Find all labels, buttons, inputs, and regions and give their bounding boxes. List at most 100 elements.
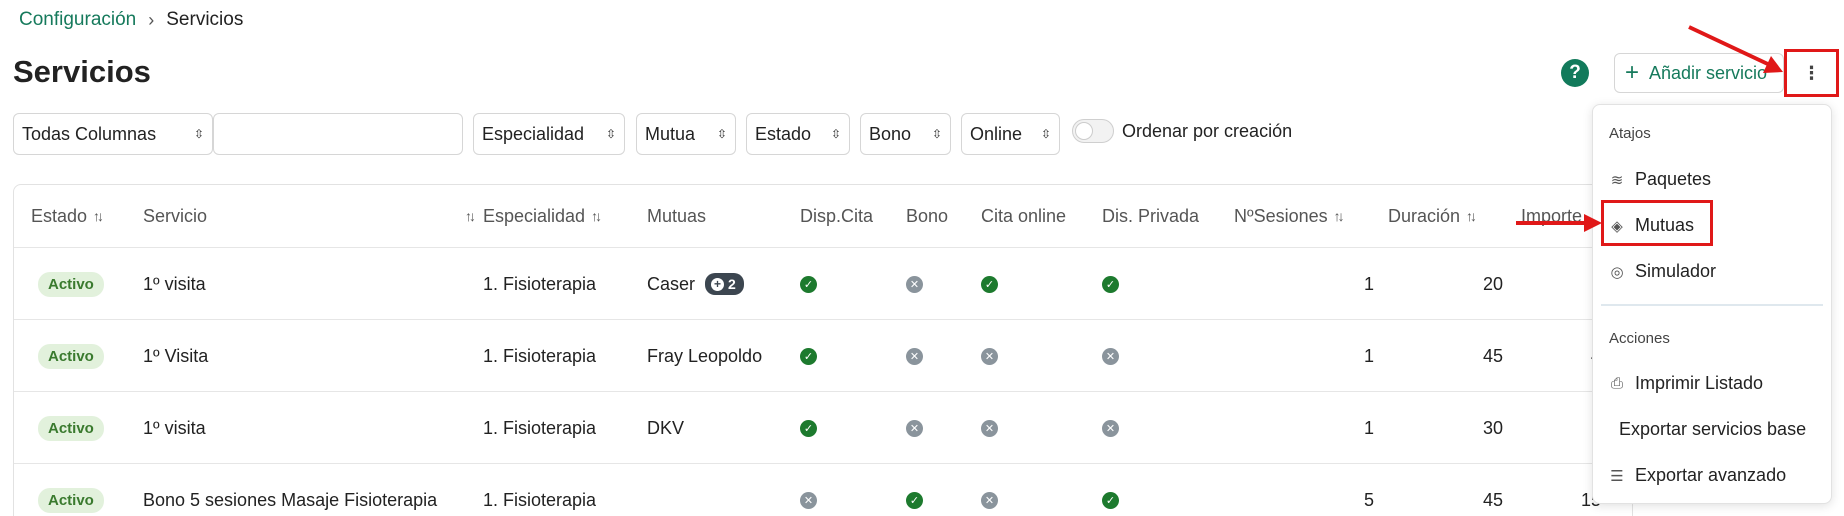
menu-item-exportar-base-label: Exportar servicios base xyxy=(1619,419,1807,439)
help-icon[interactable]: ? xyxy=(1561,59,1589,87)
especialidad-filter-value: Especialidad xyxy=(482,123,585,144)
x-circle-icon: ✕ xyxy=(981,419,998,437)
mutua-filter-value: Mutua xyxy=(645,123,696,144)
header-cita-online-label: Cita online xyxy=(981,205,1067,226)
chevron-right-icon: › xyxy=(148,9,155,30)
x-circle-icon: ✕ xyxy=(800,491,817,509)
header-bono-label: Bono xyxy=(906,205,949,226)
more-vertical-icon: ⋮ xyxy=(1802,62,1821,83)
sessions: 5 xyxy=(1363,489,1374,510)
specialty: 1. Fisioterapia xyxy=(483,417,597,438)
mutua-name: Caser xyxy=(647,273,696,294)
duration: 45 xyxy=(1482,489,1503,510)
radar-icon: ◎ xyxy=(1610,263,1624,281)
chevron-updown-icon: ⇳ xyxy=(716,127,727,141)
check-circle-icon: ✓ xyxy=(800,275,817,293)
sort-icon[interactable]: ↑↓ xyxy=(1466,208,1477,224)
sort-icon[interactable]: ↑↓ xyxy=(591,208,602,224)
mutua-filter[interactable]: Mutua ⇳ xyxy=(636,113,736,155)
columns-select[interactable]: Todas Columnas ⇳ xyxy=(13,113,213,155)
annotation-arrow-icon xyxy=(1516,214,1602,232)
breadcrumb: Configuración › Servicios xyxy=(19,9,243,31)
table-row[interactable]: Activo Bono 5 sesiones Masaje Fisioterap… xyxy=(14,463,1632,516)
sessions: 1 xyxy=(1363,417,1374,438)
layers-icon: ≋ xyxy=(1610,171,1624,189)
service-name: 1º visita xyxy=(143,273,206,294)
highlight-box xyxy=(1601,200,1713,246)
check-circle-icon: ✓ xyxy=(800,419,817,437)
printer-icon: ⎙ xyxy=(1610,375,1623,392)
menu-item-imprimir-label: Imprimir Listado xyxy=(1635,373,1764,393)
menu-item-exportar-avanzado-label: Exportar avanzado xyxy=(1635,465,1787,485)
mutua-name: DKV xyxy=(647,417,685,438)
sessions: 1 xyxy=(1363,345,1374,366)
bono-filter[interactable]: Bono ⇳ xyxy=(860,113,951,155)
sort-icon[interactable]: ↑↓ xyxy=(465,208,476,224)
duration: 20 xyxy=(1482,273,1503,294)
more-mutuas-pill[interactable]: +2 xyxy=(705,273,744,295)
header-sesiones[interactable]: NºSesiones ↑↓ xyxy=(1234,185,1345,247)
especialidad-filter[interactable]: Especialidad ⇳ xyxy=(473,113,625,155)
order-by-creation-label: Ordenar por creación xyxy=(1122,121,1293,141)
list-icon: ☰ xyxy=(1610,467,1624,485)
breadcrumb-link-configuracion[interactable]: Configuración xyxy=(19,9,136,31)
check-circle-icon: ✓ xyxy=(1102,275,1119,293)
estado-filter-value: Estado xyxy=(755,123,812,144)
sort-icon[interactable]: ↑↓ xyxy=(93,208,104,224)
x-circle-icon: ✕ xyxy=(1102,419,1119,437)
page-title: Servicios xyxy=(13,54,151,89)
estado-filter[interactable]: Estado ⇳ xyxy=(746,113,850,155)
header-mutuas-label: Mutuas xyxy=(647,205,707,226)
x-circle-icon: ✕ xyxy=(906,347,923,365)
status-badge: Activo xyxy=(38,271,104,297)
header-servicio[interactable]: Servicio ↑↓ xyxy=(143,185,476,247)
search-input[interactable] xyxy=(213,113,463,155)
menu-divider xyxy=(1601,304,1823,306)
menu-item-exportar-base[interactable]: Exportar servicios base xyxy=(1619,419,1806,440)
columns-select-value: Todas Columnas xyxy=(22,123,157,144)
header-cita-online: Cita online xyxy=(981,185,1066,247)
price xyxy=(1521,392,1601,464)
x-circle-icon: ✕ xyxy=(906,275,923,293)
service-name: Bono 5 sesiones Masaje Fisioterapia xyxy=(143,489,438,510)
check-circle-icon: ✓ xyxy=(906,491,923,509)
toggle-knob xyxy=(1075,122,1093,140)
header-disp-cita-label: Disp.Cita xyxy=(800,205,874,226)
online-filter[interactable]: Online ⇳ xyxy=(961,113,1060,155)
sort-icon[interactable]: ↑↓ xyxy=(1334,208,1345,224)
check-circle-icon: ✓ xyxy=(1102,491,1119,509)
chevron-updown-icon: ⇳ xyxy=(830,127,841,141)
table-row[interactable]: Activo 1º visita 1. Fisioterapia DKV ✓ ✕… xyxy=(14,391,1632,464)
menu-item-imprimir[interactable]: ⎙ Imprimir Listado xyxy=(1609,373,1763,394)
bono-filter-value: Bono xyxy=(869,123,912,144)
price: 15 xyxy=(1580,489,1601,510)
order-by-creation-toggle[interactable] xyxy=(1072,119,1114,143)
more-mutuas-count: 2 xyxy=(728,276,736,292)
menu-section-actions: Acciones xyxy=(1609,330,1670,347)
menu-item-exportar-avanzado[interactable]: ☰ Exportar avanzado xyxy=(1609,465,1786,486)
online-filter-value: Online xyxy=(970,123,1023,144)
header-mutuas: Mutuas xyxy=(647,185,706,247)
menu-item-paquetes-label: Paquetes xyxy=(1635,169,1712,189)
price xyxy=(1521,248,1601,320)
check-circle-icon: ✓ xyxy=(981,275,998,293)
header-duracion[interactable]: Duración ↑↓ xyxy=(1388,185,1477,247)
header-estado[interactable]: Estado ↑↓ xyxy=(31,185,104,247)
header-duracion-label: Duración xyxy=(1388,205,1461,226)
status-badge: Activo xyxy=(38,343,104,369)
chevron-updown-icon: ⇳ xyxy=(931,127,942,141)
table-row[interactable]: Activo 1º Visita 1. Fisioterapia Fray Le… xyxy=(14,319,1632,391)
plus-circle-icon: + xyxy=(711,277,725,291)
chevron-updown-icon: ⇳ xyxy=(605,127,616,141)
duration: 30 xyxy=(1482,417,1503,438)
table-row[interactable]: Activo 1º visita 1. Fisioterapia Caser +… xyxy=(14,247,1632,320)
more-options-button[interactable]: ⋮ xyxy=(1784,49,1839,97)
menu-item-simulador[interactable]: ◎ Simulador xyxy=(1609,261,1716,282)
plus-icon: + xyxy=(1625,59,1640,86)
header-especialidad-label: Especialidad xyxy=(483,205,586,226)
header-especialidad[interactable]: Especialidad ↑↓ xyxy=(483,185,602,247)
menu-item-paquetes[interactable]: ≋ Paquetes xyxy=(1609,169,1711,190)
header-dis-privada: Dis. Privada xyxy=(1102,185,1199,247)
breadcrumb-current: Servicios xyxy=(166,9,244,30)
mutua-name: Fray Leopoldo xyxy=(647,345,763,366)
